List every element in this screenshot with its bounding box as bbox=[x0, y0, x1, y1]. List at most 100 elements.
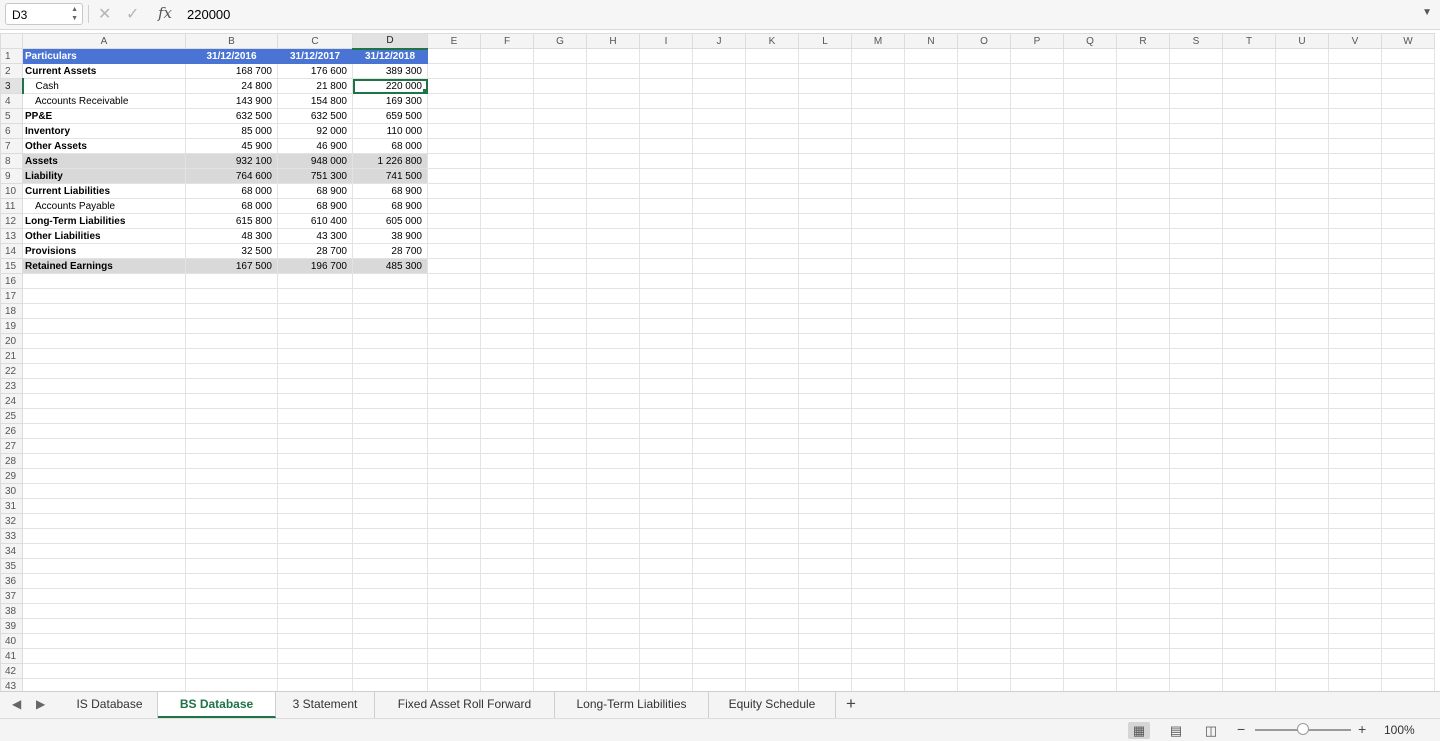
cell-o8[interactable] bbox=[957, 153, 1011, 169]
cell-f9[interactable] bbox=[480, 168, 534, 184]
cell-v25[interactable] bbox=[1328, 408, 1382, 424]
cell-f5[interactable] bbox=[480, 108, 534, 124]
zoom-in-icon[interactable]: + bbox=[1358, 721, 1366, 737]
cell-e37[interactable] bbox=[427, 588, 481, 604]
row-header-27[interactable]: 27 bbox=[0, 438, 23, 454]
cell-l10[interactable] bbox=[798, 183, 852, 199]
cell-o17[interactable] bbox=[957, 288, 1011, 304]
cell-t27[interactable] bbox=[1222, 438, 1276, 454]
cell-n22[interactable] bbox=[904, 363, 958, 379]
cell-d1[interactable]: 31/12/2018 bbox=[352, 48, 428, 64]
cell-c30[interactable] bbox=[277, 483, 353, 499]
cell-r39[interactable] bbox=[1116, 618, 1170, 634]
cell-j11[interactable] bbox=[692, 198, 746, 214]
cell-p14[interactable] bbox=[1010, 243, 1064, 259]
cell-v24[interactable] bbox=[1328, 393, 1382, 409]
cell-m23[interactable] bbox=[851, 378, 905, 394]
cell-c25[interactable] bbox=[277, 408, 353, 424]
cell-v31[interactable] bbox=[1328, 498, 1382, 514]
cell-r28[interactable] bbox=[1116, 453, 1170, 469]
cell-m14[interactable] bbox=[851, 243, 905, 259]
cell-e42[interactable] bbox=[427, 663, 481, 679]
cell-p37[interactable] bbox=[1010, 588, 1064, 604]
cell-q4[interactable] bbox=[1063, 93, 1117, 109]
cell-e27[interactable] bbox=[427, 438, 481, 454]
cell-u5[interactable] bbox=[1275, 108, 1329, 124]
cell-m4[interactable] bbox=[851, 93, 905, 109]
cell-b27[interactable] bbox=[185, 438, 278, 454]
cell-l28[interactable] bbox=[798, 453, 852, 469]
cell-q25[interactable] bbox=[1063, 408, 1117, 424]
cell-i43[interactable] bbox=[639, 678, 693, 691]
cell-e29[interactable] bbox=[427, 468, 481, 484]
cell-c19[interactable] bbox=[277, 318, 353, 334]
cell-j24[interactable] bbox=[692, 393, 746, 409]
cell-h22[interactable] bbox=[586, 363, 640, 379]
cell-o14[interactable] bbox=[957, 243, 1011, 259]
cell-c16[interactable] bbox=[277, 273, 353, 289]
cell-c37[interactable] bbox=[277, 588, 353, 604]
cell-a34[interactable] bbox=[22, 543, 186, 559]
cell-w38[interactable] bbox=[1381, 603, 1435, 619]
cell-h21[interactable] bbox=[586, 348, 640, 364]
cell-n20[interactable] bbox=[904, 333, 958, 349]
cell-v5[interactable] bbox=[1328, 108, 1382, 124]
row-header-41[interactable]: 41 bbox=[0, 648, 23, 664]
cell-q39[interactable] bbox=[1063, 618, 1117, 634]
cell-e13[interactable] bbox=[427, 228, 481, 244]
cell-w16[interactable] bbox=[1381, 273, 1435, 289]
cell-s18[interactable] bbox=[1169, 303, 1223, 319]
cell-v8[interactable] bbox=[1328, 153, 1382, 169]
column-header-u[interactable]: U bbox=[1275, 33, 1329, 49]
cell-b36[interactable] bbox=[185, 573, 278, 589]
cell-i30[interactable] bbox=[639, 483, 693, 499]
cell-h24[interactable] bbox=[586, 393, 640, 409]
cell-w8[interactable] bbox=[1381, 153, 1435, 169]
cell-n32[interactable] bbox=[904, 513, 958, 529]
cell-l42[interactable] bbox=[798, 663, 852, 679]
cell-u11[interactable] bbox=[1275, 198, 1329, 214]
cell-q27[interactable] bbox=[1063, 438, 1117, 454]
cell-p1[interactable] bbox=[1010, 48, 1064, 64]
cell-q38[interactable] bbox=[1063, 603, 1117, 619]
cell-c29[interactable] bbox=[277, 468, 353, 484]
cell-w35[interactable] bbox=[1381, 558, 1435, 574]
cell-o22[interactable] bbox=[957, 363, 1011, 379]
cell-f42[interactable] bbox=[480, 663, 534, 679]
cell-w32[interactable] bbox=[1381, 513, 1435, 529]
cell-j10[interactable] bbox=[692, 183, 746, 199]
sheet-grid[interactable]: ABCDEFGHIJKLMNOPQRSTUVW 1 Particulars 31/1… bbox=[0, 33, 1440, 691]
cell-u41[interactable] bbox=[1275, 648, 1329, 664]
cell-u43[interactable] bbox=[1275, 678, 1329, 691]
cell-h5[interactable] bbox=[586, 108, 640, 124]
cell-n6[interactable] bbox=[904, 123, 958, 139]
cell-q9[interactable] bbox=[1063, 168, 1117, 184]
cell-g22[interactable] bbox=[533, 363, 587, 379]
cell-c36[interactable] bbox=[277, 573, 353, 589]
zoom-out-icon[interactable]: − bbox=[1237, 721, 1245, 737]
cell-a1[interactable]: Particulars bbox=[22, 48, 186, 64]
cell-r10[interactable] bbox=[1116, 183, 1170, 199]
cell-q16[interactable] bbox=[1063, 273, 1117, 289]
cell-i15[interactable] bbox=[639, 258, 693, 274]
cell-q19[interactable] bbox=[1063, 318, 1117, 334]
cell-n26[interactable] bbox=[904, 423, 958, 439]
cell-k42[interactable] bbox=[745, 663, 799, 679]
cell-o32[interactable] bbox=[957, 513, 1011, 529]
cell-g34[interactable] bbox=[533, 543, 587, 559]
cell-n9[interactable] bbox=[904, 168, 958, 184]
cell-g2[interactable] bbox=[533, 63, 587, 79]
cell-j13[interactable] bbox=[692, 228, 746, 244]
cell-b17[interactable] bbox=[185, 288, 278, 304]
cell-m18[interactable] bbox=[851, 303, 905, 319]
cell-p9[interactable] bbox=[1010, 168, 1064, 184]
column-header-r[interactable]: R bbox=[1116, 33, 1170, 49]
cell-e35[interactable] bbox=[427, 558, 481, 574]
cell-d23[interactable] bbox=[352, 378, 428, 394]
cell-p35[interactable] bbox=[1010, 558, 1064, 574]
cell-w33[interactable] bbox=[1381, 528, 1435, 544]
cell-b41[interactable] bbox=[185, 648, 278, 664]
cell-u13[interactable] bbox=[1275, 228, 1329, 244]
cell-s41[interactable] bbox=[1169, 648, 1223, 664]
cell-m3[interactable] bbox=[851, 78, 905, 94]
